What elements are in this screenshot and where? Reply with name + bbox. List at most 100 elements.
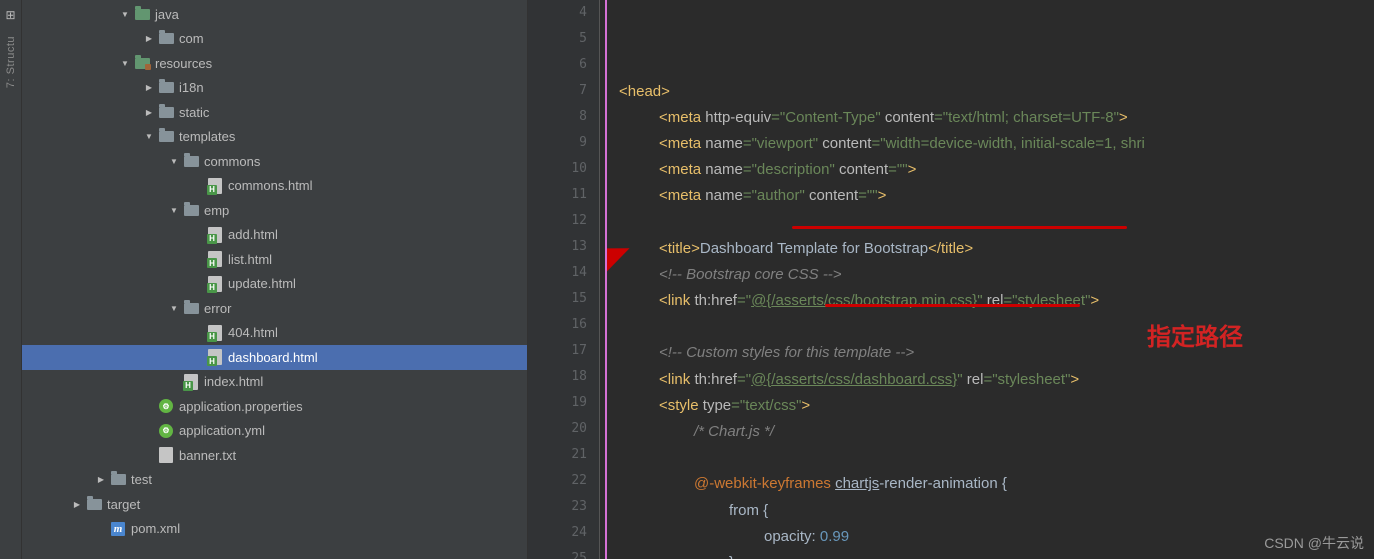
html-file-icon [206,276,224,292]
line-number[interactable]: 4 [558,0,587,26]
chevron-icon[interactable] [166,304,182,313]
line-number[interactable]: 10 [558,156,587,182]
tree-row-error[interactable]: error [22,296,527,321]
tree-row-java[interactable]: java [22,2,527,27]
line-number[interactable]: 20 [558,416,587,442]
token: < [659,131,668,157]
tree-row-resources[interactable]: resources [22,51,527,76]
fold-gutter[interactable] [528,0,558,559]
code-line[interactable]: <meta http-equiv="Content-Type" content=… [609,105,1374,131]
code-line[interactable]: <meta name="description" content=""> [609,157,1374,183]
line-number[interactable]: 16 [558,312,587,338]
line-number[interactable]: 25 [558,546,587,559]
line-number[interactable]: 11 [558,182,587,208]
line-number[interactable]: 22 [558,468,587,494]
tree-row-application-yml[interactable]: application.yml [22,419,527,444]
chevron-icon[interactable] [93,475,109,484]
code-line[interactable]: } [609,550,1374,559]
code-line[interactable]: /* Chart.js */ [609,419,1374,445]
code-line[interactable]: <meta name="author" content=""> [609,183,1374,209]
tree-row-dashboard-html[interactable]: dashboard.html [22,345,527,370]
vertical-toolbar[interactable]: ⊞ 7: Structu [0,0,22,559]
code-line[interactable]: <style type="text/css"> [609,393,1374,419]
tree-row-index-html[interactable]: index.html [22,370,527,395]
tree-row-commons-html[interactable]: commons.html [22,174,527,199]
line-number[interactable]: 24 [558,520,587,546]
line-number[interactable]: 5 [558,26,587,52]
token: < [659,183,668,209]
chevron-icon[interactable] [141,34,157,43]
tree-row-test[interactable]: test [22,468,527,493]
tree-row-target[interactable]: target [22,492,527,517]
line-number[interactable]: 9 [558,130,587,156]
tree-row-update-html[interactable]: update.html [22,272,527,297]
chevron-icon[interactable] [117,10,133,19]
line-number[interactable]: 18 [558,364,587,390]
red-underline-annotation [825,304,1080,307]
code-line[interactable] [609,210,1374,236]
line-number[interactable]: 15 [558,286,587,312]
line-number[interactable]: 12 [558,208,587,234]
code-line[interactable]: <link th:href="@{/asserts/css/bootstrap.… [609,288,1374,314]
tree-row-list-html[interactable]: list.html [22,247,527,272]
editor-area[interactable]: 45678910111213141516171819202122232425 <… [528,0,1374,559]
line-number[interactable]: 6 [558,52,587,78]
token: </ [928,236,941,262]
chevron-icon[interactable] [69,500,85,509]
token: > [878,183,887,209]
tree-row-templates[interactable]: templates [22,125,527,150]
folder-icon [85,496,103,512]
folder-icon [182,300,200,316]
tree-row-banner-txt[interactable]: banner.txt [22,443,527,468]
tree-row-emp[interactable]: emp [22,198,527,223]
chevron-icon[interactable] [117,59,133,68]
code-line[interactable]: <meta name="viewport" content="width=dev… [609,131,1374,157]
line-number[interactable]: 23 [558,494,587,520]
line-number[interactable]: 8 [558,104,587,130]
tree-row-com[interactable]: com [22,27,527,52]
tree-row-application-properties[interactable]: application.properties [22,394,527,419]
line-number[interactable]: 7 [558,78,587,104]
code-line[interactable]: <head> [609,79,1374,105]
chevron-icon[interactable] [141,83,157,92]
token: http-equiv [705,105,771,131]
code-line[interactable]: <!-- Custom styles for this template --> [609,340,1374,366]
chevron-icon[interactable] [141,132,157,141]
line-number[interactable]: 13 [558,234,587,260]
tree-row-pom-xml[interactable]: pom.xml [22,517,527,542]
code-line[interactable] [609,314,1374,340]
tree-row-404-html[interactable]: 404.html [22,321,527,346]
code-line[interactable]: @-webkit-keyframes chartjs-render-animat… [609,471,1374,497]
tree-item-label: emp [204,203,229,218]
html-file-icon [206,227,224,243]
line-number-gutter[interactable]: 45678910111213141516171819202122232425 [558,0,600,559]
code-line[interactable]: <title>Dashboard Template for Bootstrap<… [609,236,1374,262]
red-underline-annotation [792,226,1127,229]
structure-icon[interactable]: ⊞ [5,8,15,22]
code-content[interactable]: <head><meta http-equiv="Content-Type" co… [607,0,1374,559]
code-line[interactable]: <!-- Bootstrap core CSS --> [609,262,1374,288]
tree-row-add-html[interactable]: add.html [22,223,527,248]
project-tree-panel[interactable]: javacomresourcesi18nstatictemplatescommo… [22,0,528,559]
code-line[interactable] [609,445,1374,471]
tree-row-commons[interactable]: commons [22,149,527,174]
chevron-icon[interactable] [166,157,182,166]
line-number[interactable]: 21 [558,442,587,468]
maven-icon [109,521,127,537]
code-line[interactable]: <link th:href="@{/asserts/css/dashboard.… [609,367,1374,393]
chevron-icon[interactable] [141,108,157,117]
tree-row-i18n[interactable]: i18n [22,76,527,101]
html-file-icon [182,374,200,390]
line-number[interactable]: 17 [558,338,587,364]
code-line[interactable]: opacity: 0.99 [609,524,1374,550]
structure-tab-label[interactable]: 7: Structu [5,36,17,88]
token: > [908,157,917,183]
tree-row-static[interactable]: static [22,100,527,125]
token: stylesheet [998,367,1066,393]
token: : [812,524,820,550]
chevron-icon[interactable] [166,206,182,215]
token: opacity [764,524,812,550]
line-number[interactable]: 14 [558,260,587,286]
line-number[interactable]: 19 [558,390,587,416]
code-line[interactable]: from { [609,498,1374,524]
